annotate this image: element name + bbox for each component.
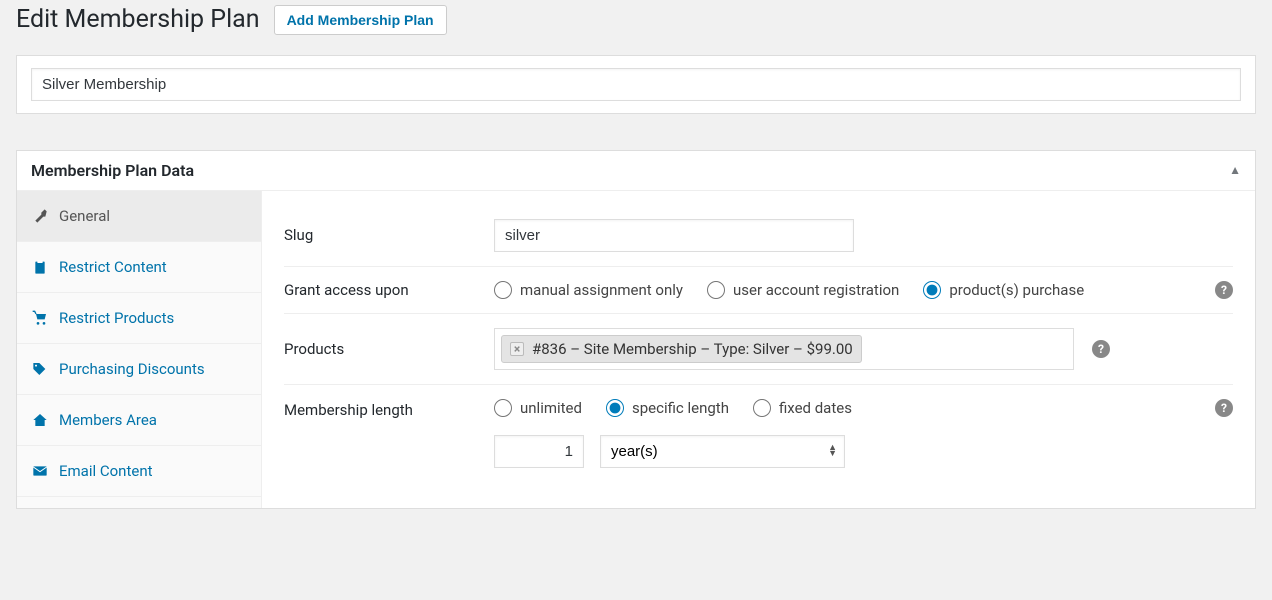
length-label: Membership length	[284, 399, 494, 419]
grant-access-label: Grant access upon	[284, 281, 494, 299]
tab-members-area[interactable]: Members Area	[17, 395, 261, 445]
clipboard-icon	[31, 258, 49, 276]
radio-label: product(s) purchase	[949, 281, 1084, 299]
panel-body: General Restrict Content Restrict Products…	[17, 191, 1255, 508]
help-icon[interactable]: ?	[1092, 340, 1110, 358]
products-row: Products × #836 – Site Membership – Type…	[284, 314, 1233, 385]
products-label: Products	[284, 340, 494, 358]
mail-icon	[31, 462, 49, 480]
radio-input-registration[interactable]	[707, 281, 725, 299]
cart-icon	[31, 309, 49, 327]
radio-label: unlimited	[520, 399, 582, 417]
plan-data-panel: Membership Plan Data ▲ General Restrict C…	[16, 150, 1256, 509]
wrench-icon	[31, 207, 49, 225]
post-title-input[interactable]	[31, 68, 1241, 101]
tab-label: Email Content	[59, 462, 153, 480]
radio-registration[interactable]: user account registration	[707, 281, 899, 299]
panel-header: Membership Plan Data ▲	[17, 151, 1255, 191]
home-icon	[31, 411, 49, 429]
tab-restrict-content[interactable]: Restrict Content	[17, 242, 261, 292]
panel-title: Membership Plan Data	[31, 161, 194, 180]
radio-label: fixed dates	[779, 399, 852, 417]
tab-label: Members Area	[59, 411, 157, 429]
slug-row: Slug	[284, 213, 1233, 267]
radio-input-unlimited[interactable]	[494, 399, 512, 417]
help-icon[interactable]: ?	[1215, 399, 1233, 417]
length-unit-select[interactable]: year(s)	[600, 435, 845, 468]
tab-email-content[interactable]: Email Content	[17, 446, 261, 496]
length-controls: year(s) ▲▼	[494, 435, 1233, 468]
radio-fixed[interactable]: fixed dates	[753, 399, 852, 417]
length-number-input[interactable]	[494, 435, 584, 468]
page-title: Edit Membership Plan	[16, 4, 260, 37]
radio-input-purchase[interactable]	[923, 281, 941, 299]
radio-input-specific[interactable]	[606, 399, 624, 417]
length-row: Membership length unlimited specific leng…	[284, 385, 1233, 482]
grant-access-options: manual assignment only user account regis…	[494, 281, 1197, 299]
radio-label: manual assignment only	[520, 281, 683, 299]
remove-chip-icon[interactable]: ×	[510, 342, 524, 356]
slug-input[interactable]	[494, 219, 854, 252]
general-tab-content: Slug Grant access upon manual assignment…	[262, 191, 1255, 508]
post-title-box	[16, 55, 1256, 114]
length-unit-select-wrapper: year(s) ▲▼	[600, 435, 845, 468]
length-options: unlimited specific length fixed dates	[494, 399, 1197, 417]
radio-input-manual[interactable]	[494, 281, 512, 299]
radio-label: user account registration	[733, 281, 899, 299]
help-icon[interactable]: ?	[1215, 281, 1233, 299]
tag-icon	[31, 360, 49, 378]
radio-specific[interactable]: specific length	[606, 399, 729, 417]
tab-label: General	[59, 207, 110, 225]
page-header: Edit Membership Plan Add Membership Plan	[16, 0, 1256, 55]
radio-unlimited[interactable]: unlimited	[494, 399, 582, 417]
panel-tabs: General Restrict Content Restrict Products…	[17, 191, 262, 508]
radio-label: specific length	[632, 399, 729, 417]
product-chip-label: #836 – Site Membership – Type: Silver – …	[532, 340, 853, 358]
product-chip: × #836 – Site Membership – Type: Silver …	[501, 335, 862, 363]
tab-restrict-products[interactable]: Restrict Products	[17, 293, 261, 343]
tab-label: Restrict Products	[59, 309, 174, 327]
add-membership-plan-button[interactable]: Add Membership Plan	[274, 5, 447, 35]
panel-collapse-toggle[interactable]: ▲	[1229, 163, 1241, 177]
tab-label: Restrict Content	[59, 258, 167, 276]
slug-label: Slug	[284, 226, 494, 244]
radio-manual[interactable]: manual assignment only	[494, 281, 683, 299]
grant-access-row: Grant access upon manual assignment only…	[284, 267, 1233, 314]
radio-purchase[interactable]: product(s) purchase	[923, 281, 1084, 299]
tab-general[interactable]: General	[17, 191, 261, 241]
radio-input-fixed[interactable]	[753, 399, 771, 417]
tab-purchasing-discounts[interactable]: Purchasing Discounts	[17, 344, 261, 394]
products-select[interactable]: × #836 – Site Membership – Type: Silver …	[494, 328, 1074, 370]
tab-label: Purchasing Discounts	[59, 360, 205, 378]
